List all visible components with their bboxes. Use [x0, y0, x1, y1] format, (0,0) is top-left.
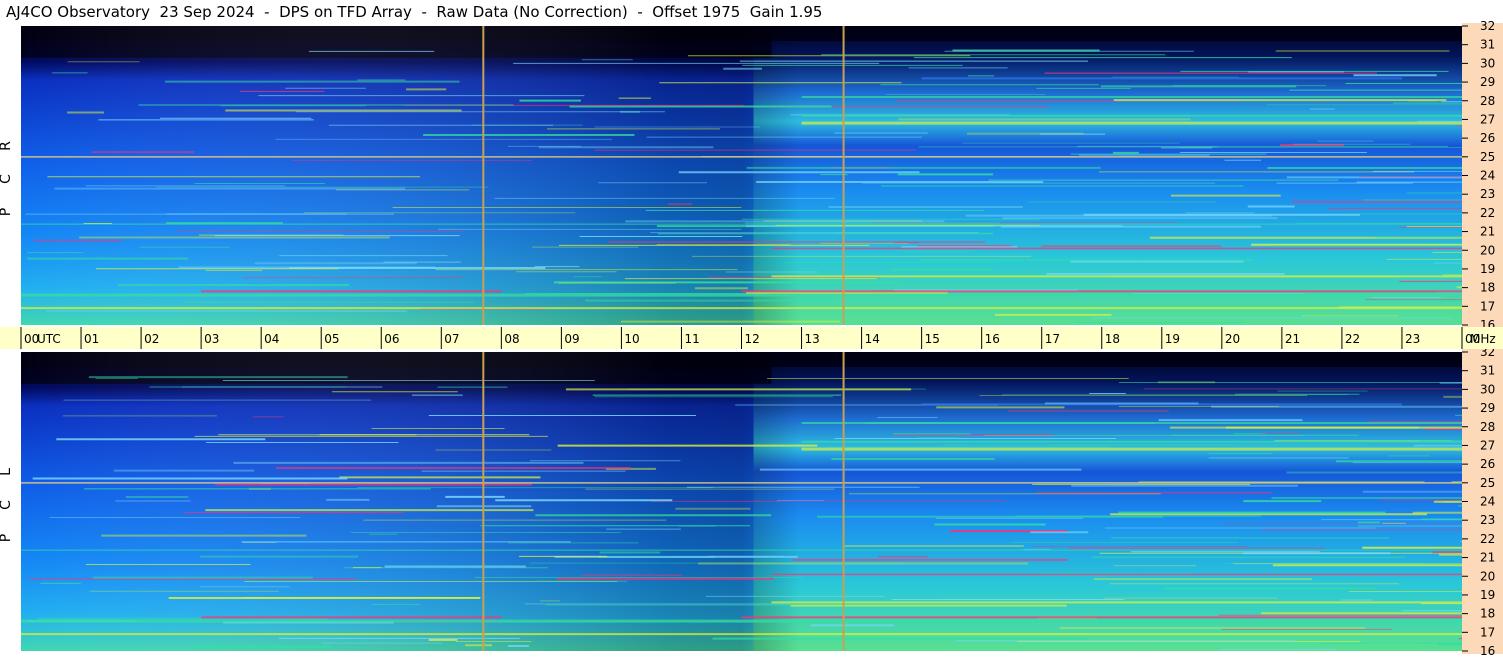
y-tick-label: 23	[1480, 513, 1495, 527]
y-tick-label: 22	[1480, 532, 1495, 546]
y-tick-label: 24	[1480, 495, 1495, 509]
y-tick-label: 22	[1480, 206, 1495, 220]
panel-label-letter: P	[0, 208, 14, 216]
x-tick-label: 15	[925, 332, 940, 346]
y-tick-label: 29	[1480, 75, 1495, 89]
y-tick-label: 32	[1480, 19, 1495, 33]
y-tick-label: 21	[1480, 551, 1495, 565]
y-tick-label: 27	[1480, 438, 1495, 452]
y-tick-label: 26	[1480, 131, 1495, 145]
x-tick-label: 19	[1165, 332, 1180, 346]
y-tick-label: 18	[1480, 607, 1495, 621]
y-tick-label: 30	[1480, 382, 1495, 396]
y-tick-label: 17	[1480, 625, 1495, 639]
panel-label-letter: C	[0, 174, 14, 184]
panel-label-letter: L	[0, 468, 14, 476]
x-tick-label: 10	[624, 332, 639, 346]
y-tick-label: 23	[1480, 187, 1495, 201]
y-tick-label: 21	[1480, 225, 1495, 239]
x-tick-label: 13	[805, 332, 820, 346]
y-tick-label: 19	[1480, 262, 1495, 276]
spectrogram-chart: R C P 16 17 18 19 20 21 22 23 24 25 26 27 28 29 30 31 32 L C P…	[0, 19, 1503, 658]
y-tick-label: 18	[1480, 281, 1495, 295]
panel-label-letter: C	[0, 500, 14, 510]
x-tick-label: 05	[324, 332, 339, 346]
x-tick-label: 12	[745, 332, 760, 346]
x-tick-label: 16	[985, 332, 1000, 346]
y-tick-label: 29	[1480, 401, 1495, 415]
x-tick-label: 08	[504, 332, 519, 346]
x-axis-unit: UTC	[37, 332, 61, 346]
x-tick-label: 04	[264, 332, 279, 346]
y-tick-label: 20	[1480, 243, 1495, 257]
y-tick-label: 24	[1480, 169, 1495, 183]
panel-label-letter: R	[0, 141, 14, 151]
x-tick-label: 06	[384, 332, 399, 346]
y-tick-label: 26	[1480, 457, 1495, 471]
panel-label-letter: P	[0, 534, 14, 542]
y-tick-label: 17	[1480, 299, 1495, 313]
y-tick-label: 31	[1480, 364, 1495, 378]
x-tick-label: 01	[84, 332, 99, 346]
x-tick-label: 03	[204, 332, 219, 346]
x-tick-label: 18	[1105, 332, 1120, 346]
x-tick-label: 23	[1405, 332, 1420, 346]
x-tick-label: 11	[684, 332, 699, 346]
y-tick-label: 27	[1480, 112, 1495, 126]
x-tick-label: 17	[1045, 332, 1060, 346]
x-tick-label: 14	[865, 332, 880, 346]
x-tick-label: 20	[1225, 332, 1240, 346]
y-tick-label: 20	[1480, 569, 1495, 583]
x-tick-label: 21	[1285, 332, 1300, 346]
x-tick-label: 09	[564, 332, 579, 346]
x-tick-label: 07	[444, 332, 459, 346]
y-tick-label: 25	[1480, 150, 1495, 164]
y-tick-label: 28	[1480, 94, 1495, 108]
y-tick-label: 19	[1480, 588, 1495, 602]
y-tick-label: 16	[1480, 644, 1495, 658]
y-tick-label: 31	[1480, 38, 1495, 52]
y-tick-label: 28	[1480, 420, 1495, 434]
y-axis-unit: MHz	[1470, 332, 1496, 346]
y-tick-label: 25	[1480, 476, 1495, 490]
y-tick-label: 30	[1480, 56, 1495, 70]
x-tick-label: 02	[144, 332, 159, 346]
x-tick-label: 22	[1345, 332, 1360, 346]
